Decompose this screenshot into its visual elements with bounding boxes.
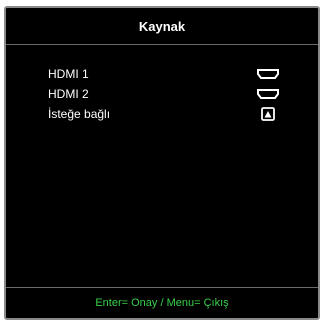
source-list: HDMI 1 HDMI 2 İsteğe bağlı	[6, 64, 318, 124]
source-item-label: HDMI 2	[48, 87, 89, 101]
source-item-label: İsteğe bağlı	[48, 107, 111, 121]
footer-hint-text: Enter= Onay / Menu= Çıkış	[95, 297, 229, 309]
source-item-hdmi-1[interactable]: HDMI 1	[6, 64, 318, 84]
optional-source-icon	[256, 105, 280, 123]
source-item-hdmi-2[interactable]: HDMI 2	[6, 84, 318, 104]
hdmi-port-icon	[256, 65, 280, 83]
source-item-label: HDMI 1	[48, 67, 89, 81]
menu-header: Kaynak	[6, 8, 318, 45]
source-item-optional[interactable]: İsteğe bağlı	[6, 104, 318, 124]
footer-hint: Enter= Onay / Menu= Çıkış	[6, 287, 318, 318]
menu-title: Kaynak	[138, 18, 186, 34]
osd-menu-window: Kaynak HDMI 1 HDMI 2 İsteğe bağlı Enter=…	[4, 6, 320, 320]
hdmi-port-icon	[256, 85, 280, 103]
